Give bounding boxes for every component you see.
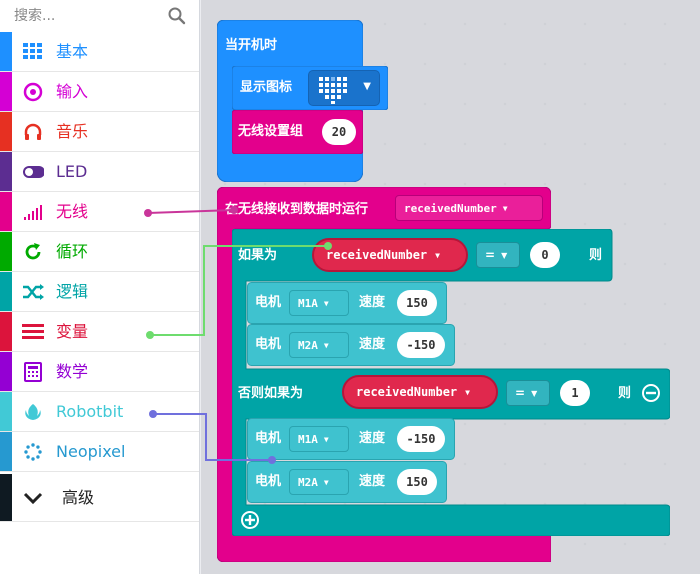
category-stripe	[0, 232, 12, 271]
icon-picker-dropdown[interactable]: ▼	[308, 70, 380, 106]
else-if-compare-value[interactable]: 1	[560, 380, 590, 406]
motor-label: 电机	[255, 295, 282, 310]
category-label: 循环	[56, 242, 89, 261]
radio-group-value[interactable]: 20	[322, 119, 356, 145]
else-if-label: 否则如果为	[238, 386, 304, 401]
if-compare-value[interactable]: 0	[530, 242, 560, 268]
target-icon	[22, 82, 44, 102]
motor-speed-value[interactable]: 150	[397, 469, 437, 495]
category-stripe	[0, 432, 12, 471]
category-label: 变量	[56, 322, 89, 341]
radio-set-group-label: 无线设置组	[238, 124, 304, 139]
speed-label: 速度	[359, 431, 386, 446]
motor-port-dropdown[interactable]: M2A	[289, 332, 349, 358]
received-number-param[interactable]: receivedNumber	[395, 195, 543, 221]
category-音乐[interactable]: 音乐	[0, 112, 199, 152]
category-stripe	[0, 312, 12, 351]
speed-label: 速度	[359, 337, 386, 352]
motor-label: 电机	[255, 337, 282, 352]
add-branch-icon[interactable]	[240, 510, 260, 530]
category-stripe	[0, 352, 12, 391]
category-变量[interactable]: 变量	[0, 312, 199, 352]
motor-block-3[interactable]: 电机 M1A 速度 -150	[247, 418, 455, 460]
category-label: 音乐	[56, 122, 89, 141]
category-label: Neopixel	[56, 442, 126, 461]
else-if-then-label: 则	[618, 386, 632, 401]
category-无线[interactable]: 无线	[0, 192, 199, 232]
category-stripe	[0, 152, 12, 191]
remove-branch-icon[interactable]	[641, 383, 661, 403]
on-radio-received-label: 在无线接收到数据时运行	[225, 202, 369, 217]
category-stripe	[0, 392, 12, 431]
category-stripe	[0, 272, 12, 311]
chevron-down-icon	[22, 488, 44, 508]
motor-speed-value[interactable]: -150	[397, 426, 445, 452]
lines-icon	[22, 322, 44, 342]
dots-circle-icon	[22, 442, 44, 462]
calculator-icon	[22, 362, 44, 382]
category-label: 数学	[56, 362, 89, 381]
else-if-variable-pill[interactable]: receivedNumber	[342, 375, 498, 409]
toolbox: 基本输入音乐 LED 无线循环逻辑变量数学 Robotbit Neopixel 高级	[0, 0, 200, 574]
dropdown-arrow-icon: ▼	[363, 81, 371, 92]
search-icon[interactable]	[167, 6, 187, 26]
on-start-label: 当开机时	[225, 38, 278, 53]
category-label-advanced: 高级	[62, 488, 95, 507]
motor-speed-value[interactable]: 150	[397, 290, 437, 316]
rebel-icon	[22, 402, 44, 422]
speed-label: 速度	[359, 474, 386, 489]
block-workspace[interactable]: 当开机时 显示图标 ▼ 无线设置组 20 在无线接收到数据时运行 receive…	[201, 0, 700, 574]
motor-speed-value[interactable]: -150	[397, 332, 445, 358]
motor-label: 电机	[255, 431, 282, 446]
category-label: 无线	[56, 202, 89, 221]
category-循环[interactable]: 循环	[0, 232, 199, 272]
shuffle-icon	[22, 282, 44, 302]
if-variable-pill[interactable]: receivedNumber	[312, 238, 468, 272]
motor-port-dropdown[interactable]: M1A	[289, 426, 349, 452]
category-label: LED	[56, 162, 88, 181]
heart-icon	[319, 77, 347, 104]
category-stripe	[0, 474, 12, 521]
else-if-operator-dropdown[interactable]: =	[506, 380, 550, 406]
motor-block-2[interactable]: 电机 M2A 速度 -150	[247, 324, 455, 366]
radio-set-group-block[interactable]: 无线设置组 20	[232, 110, 363, 154]
grid-icon	[22, 42, 44, 62]
category-数学[interactable]: 数学	[0, 352, 199, 392]
category-label: 基本	[56, 42, 89, 61]
motor-block-1[interactable]: 电机 M1A 速度 150	[247, 282, 447, 324]
motor-port-dropdown[interactable]: M1A	[289, 290, 349, 316]
show-icon-block[interactable]: 显示图标 ▼	[232, 66, 388, 110]
category-label: 输入	[56, 82, 89, 101]
if-label: 如果为	[238, 248, 278, 263]
refresh-icon	[22, 242, 44, 262]
category-advanced[interactable]: 高级	[0, 474, 199, 522]
category-led[interactable]: LED	[0, 152, 199, 192]
toggle-icon	[22, 162, 44, 182]
motor-port-dropdown[interactable]: M2A	[289, 469, 349, 495]
category-基本[interactable]: 基本	[0, 32, 199, 72]
category-robotbit[interactable]: Robotbit	[0, 392, 199, 432]
search-box	[0, 0, 199, 32]
motor-label: 电机	[255, 474, 282, 489]
category-label: 逻辑	[56, 282, 89, 301]
show-icon-label: 显示图标	[240, 80, 293, 95]
category-逻辑[interactable]: 逻辑	[0, 272, 199, 312]
category-label: Robotbit	[56, 402, 124, 421]
category-stripe	[0, 32, 12, 71]
signal-bars-icon	[22, 202, 44, 222]
motor-block-4[interactable]: 电机 M2A 速度 150	[247, 461, 447, 503]
headphones-icon	[22, 122, 44, 142]
category-stripe	[0, 112, 12, 151]
category-输入[interactable]: 输入	[0, 72, 199, 112]
category-stripe	[0, 192, 12, 231]
category-stripe	[0, 72, 12, 111]
if-operator-dropdown[interactable]: =	[476, 242, 520, 268]
if-then-label: 则	[589, 248, 603, 263]
category-neopixel[interactable]: Neopixel	[0, 432, 199, 472]
speed-label: 速度	[359, 295, 386, 310]
